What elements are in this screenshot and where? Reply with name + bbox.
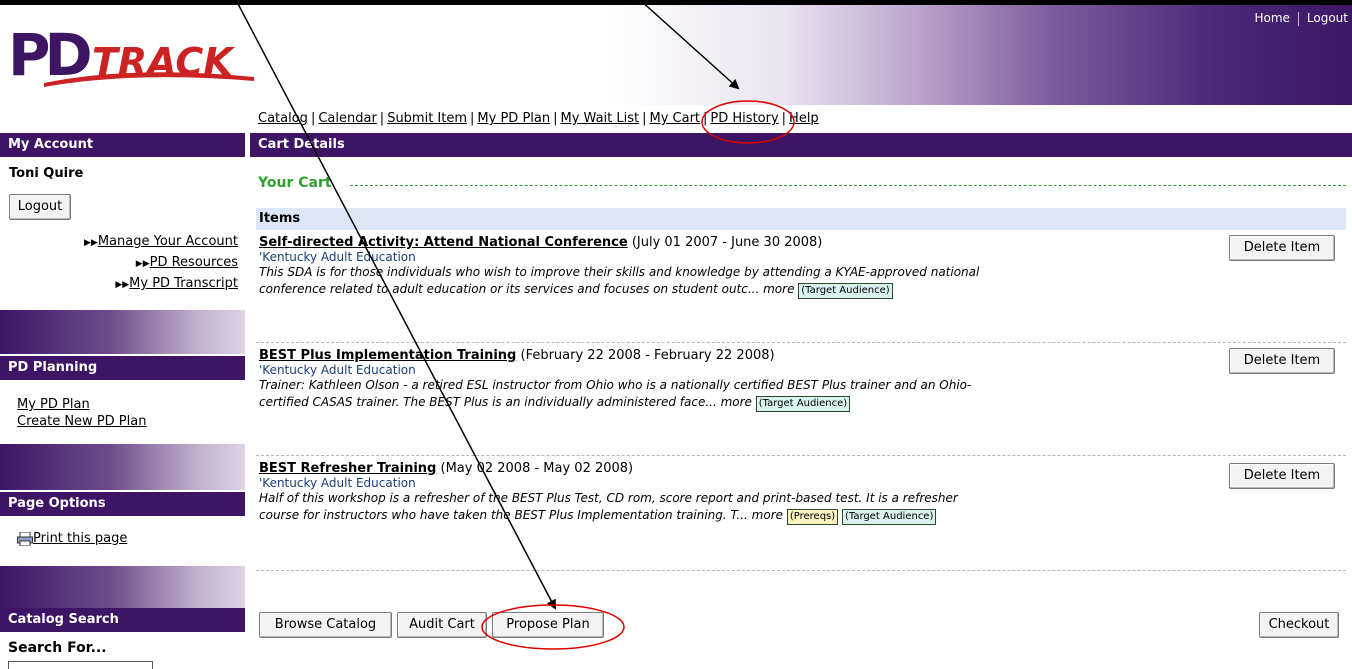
arrow-icon: ▶▶ <box>115 280 130 290</box>
item-organization: 'Kentucky Adult Education <box>259 250 416 264</box>
propose-plan-button[interactable]: Propose Plan <box>492 612 604 638</box>
svg-text:TRACK: TRACK <box>92 40 235 84</box>
cart-item: BEST Plus Implementation Training (Febru… <box>259 348 999 412</box>
nav-pd-history[interactable]: PD History <box>710 111 778 126</box>
item-dates: (May 02 2008 - May 02 2008) <box>440 461 634 476</box>
prereqs-tag[interactable]: (Prereqs) <box>786 509 839 525</box>
item-divider <box>256 342 1346 343</box>
main-nav: Catalog | Calendar | Submit Item | My PD Plan |… <box>258 111 819 126</box>
pd-planning-panel: My PD Plan Create New PD Plan <box>0 380 245 444</box>
top-nav: Home Logout <box>1254 11 1348 26</box>
item-divider <box>256 570 1346 571</box>
search-input[interactable] <box>8 661 153 669</box>
create-pd-plan-link[interactable]: Create New PD Plan <box>17 414 146 429</box>
pd-transcript-link[interactable]: My PD Transcript <box>129 276 238 291</box>
catalog-search-heading: Catalog Search <box>0 608 245 632</box>
nav-help[interactable]: Help <box>789 111 819 126</box>
item-dates: (July 01 2007 - June 30 2008) <box>631 235 823 250</box>
top-logout-link[interactable]: Logout <box>1307 11 1348 25</box>
sidebar-divider <box>0 310 245 354</box>
item-divider <box>256 455 1346 456</box>
item-title-link[interactable]: Self-directed Activity: Attend National … <box>259 235 628 250</box>
item-dates: (February 22 2008 - February 22 2008) <box>520 348 775 363</box>
my-pd-plan-link[interactable]: My PD Plan <box>17 397 90 412</box>
target-audience-tag[interactable]: (Target Audience) <box>755 396 851 412</box>
your-cart-title: Your Cart <box>258 175 332 191</box>
nav-my-pd-plan[interactable]: My PD Plan <box>477 111 550 126</box>
item-title-link[interactable]: BEST Refresher Training <box>259 461 436 476</box>
item-description: Trainer: Kathleen Olson - a retired ESL … <box>259 378 972 409</box>
target-audience-tag[interactable]: (Target Audience) <box>842 509 937 525</box>
target-audience-tag[interactable]: (Target Audience) <box>798 283 893 299</box>
catalog-search-panel: Search For... <box>0 632 245 669</box>
nav-my-wait-list[interactable]: My Wait List <box>561 111 640 126</box>
nav-catalog[interactable]: Catalog <box>258 111 308 126</box>
delete-item-button[interactable]: Delete Item <box>1229 463 1335 489</box>
nav-my-cart[interactable]: My Cart <box>650 111 701 126</box>
nav-calendar[interactable]: Calendar <box>318 111 376 126</box>
checkout-button[interactable]: Checkout <box>1259 612 1339 638</box>
sidebar-divider <box>0 444 245 490</box>
cart-item: Self-directed Activity: Attend National … <box>259 235 999 299</box>
items-header: Items <box>256 208 1346 230</box>
user-name: Toni Quire <box>9 166 84 181</box>
item-title-link[interactable]: BEST Plus Implementation Training <box>259 348 516 363</box>
pdtrack-logo: PD TRACK <box>8 21 254 89</box>
column-gutter <box>245 133 250 665</box>
sidebar-logout-button[interactable]: Logout <box>9 194 71 220</box>
pd-planning-heading: PD Planning <box>0 356 245 380</box>
cart-item: BEST Refresher Training (May 02 2008 - M… <box>259 461 999 525</box>
my-account-heading: My Account <box>0 133 245 157</box>
manage-account-link[interactable]: Manage Your Account <box>98 234 238 249</box>
header-banner: PD TRACK Home Logout <box>0 0 1352 105</box>
item-organization: 'Kentucky Adult Education <box>259 363 416 377</box>
home-link[interactable]: Home <box>1254 11 1289 25</box>
item-organization: 'Kentucky Adult Education <box>259 476 416 490</box>
arrow-icon: ▶▶ <box>135 259 150 269</box>
pd-resources-link[interactable]: PD Resources <box>150 255 238 270</box>
page-options-panel: Print this page <box>0 516 245 566</box>
my-account-panel: Toni Quire Logout ▶▶Manage Your Account … <box>0 157 245 310</box>
svg-text:PD: PD <box>8 21 91 89</box>
browse-catalog-button[interactable]: Browse Catalog <box>259 612 392 638</box>
printer-icon <box>17 531 33 546</box>
audit-cart-button[interactable]: Audit Cart <box>397 612 487 638</box>
print-page-link[interactable]: Print this page <box>33 531 127 546</box>
delete-item-button[interactable]: Delete Item <box>1229 348 1335 374</box>
section-rule <box>350 185 1346 186</box>
arrow-icon: ▶▶ <box>84 238 98 248</box>
nav-submit-item[interactable]: Submit Item <box>387 111 467 126</box>
page-options-heading: Page Options <box>0 492 245 516</box>
search-for-label: Search For... <box>8 640 107 656</box>
account-links: ▶▶Manage Your Account ▶▶PD Resources ▶▶M… <box>84 232 238 295</box>
sidebar-divider <box>0 566 245 608</box>
top-nav-divider <box>1297 11 1299 26</box>
cart-details-heading: Cart Details <box>250 133 1352 157</box>
delete-item-button[interactable]: Delete Item <box>1229 235 1335 261</box>
